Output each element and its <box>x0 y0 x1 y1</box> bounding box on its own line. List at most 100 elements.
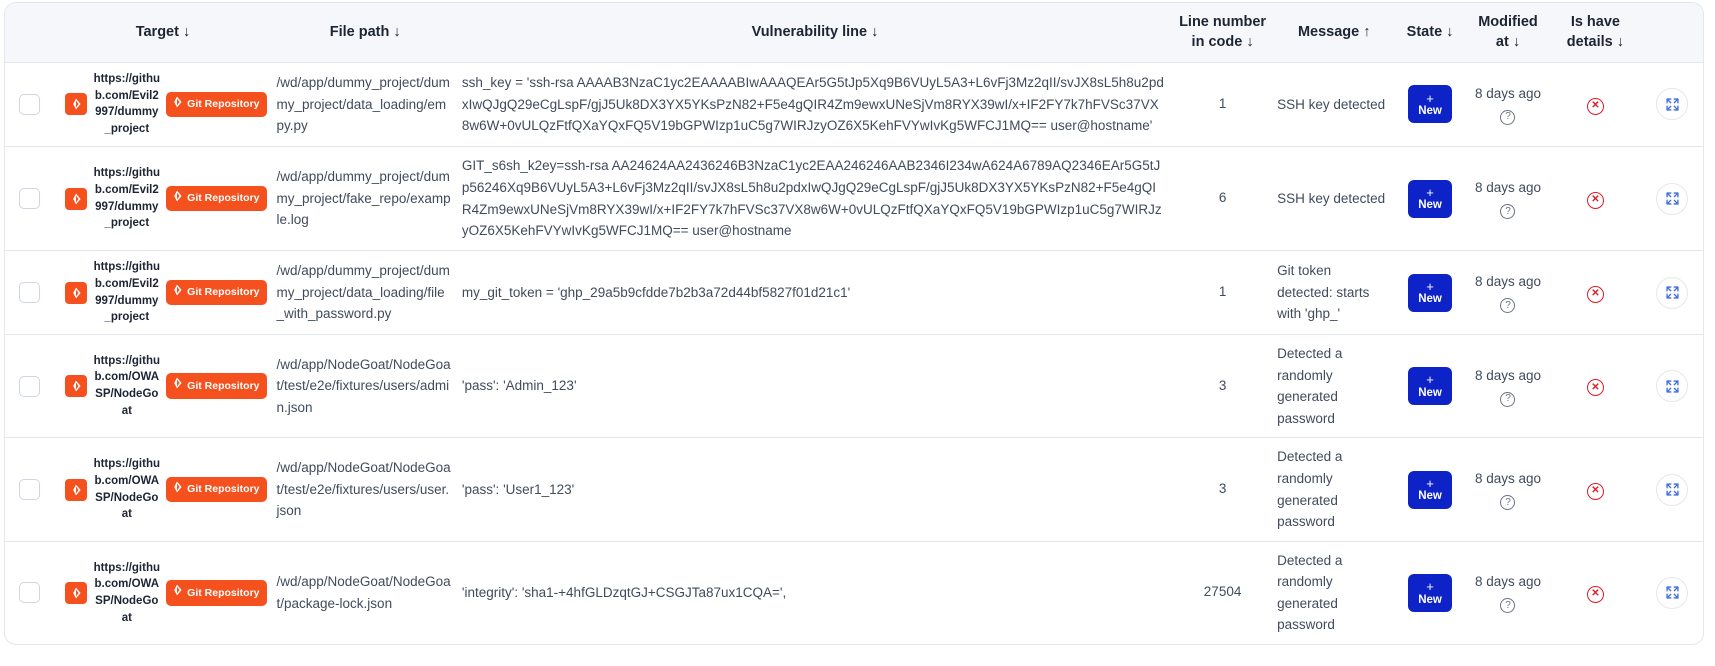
header-select-all[interactable] <box>5 3 54 64</box>
plus-icon: + <box>1426 278 1434 294</box>
line-number-cell: 27504 <box>1203 584 1242 600</box>
git-repository-badge[interactable]: Git Repository <box>166 91 267 118</box>
line-number-cell: 3 <box>1172 334 1274 439</box>
table-row[interactable]: https://github.com/OWASP/NodeGoat Git Rep… <box>5 334 1703 439</box>
sort-arrow-icon[interactable]: ↓ <box>183 24 190 40</box>
git-repository-badge[interactable]: Git Repository <box>166 279 267 306</box>
expand-icon[interactable] <box>1656 576 1689 609</box>
target-url[interactable]: https://github.com/Evil2997/dummy_projec… <box>93 259 160 326</box>
message-cell: SSH key detected <box>1273 146 1396 252</box>
row-checkbox[interactable] <box>18 582 40 604</box>
state-new-button[interactable]: + New <box>1408 470 1453 509</box>
git-badge-label: Git Repository <box>187 586 260 599</box>
help-icon[interactable]: ? <box>1500 204 1516 220</box>
expand-cell <box>1640 541 1703 644</box>
git-repository-badge[interactable]: Git Repository <box>166 185 267 212</box>
sort-arrow-icon[interactable]: ↓ <box>1617 34 1624 50</box>
table-row[interactable]: https://github.com/OWASP/NodeGoat Git Rep… <box>5 437 1703 542</box>
vulnerabilities-table-card: Target ↓ File path ↓ Vulnerability line … <box>4 2 1704 646</box>
state-label: New <box>1418 105 1442 118</box>
row-checkbox[interactable] <box>18 375 40 397</box>
file-path-cell: /wd/app/NodeGoat/NodeGoat/test/e2e/fixtu… <box>272 437 458 542</box>
header-target[interactable]: Target ↓ <box>53 3 273 64</box>
help-icon[interactable]: ? <box>1500 109 1516 125</box>
git-repository-badge[interactable]: Git Repository <box>166 373 267 399</box>
state-new-button[interactable]: + New <box>1408 179 1453 218</box>
header-message[interactable]: Message ↑ <box>1273 3 1396 64</box>
message-cell: Detected a randomly generated password <box>1273 437 1396 542</box>
state-cell: + New <box>1395 437 1465 542</box>
header-file-path[interactable]: File path ↓ <box>272 3 458 64</box>
plus-icon: + <box>1426 90 1434 106</box>
target-cell: https://github.com/OWASP/NodeGoat Git Rep… <box>53 541 272 644</box>
no-details-icon: ✕ <box>1586 585 1604 603</box>
repository-icon <box>65 478 88 501</box>
sort-arrow-icon[interactable]: ↑ <box>1363 24 1370 40</box>
header-modified-at-label: Modified at <box>1478 14 1538 50</box>
sort-arrow-icon[interactable]: ↓ <box>1446 24 1453 40</box>
message-cell: Git token detected: starts with 'ghp_' <box>1273 250 1396 335</box>
help-icon[interactable]: ? <box>1500 495 1516 510</box>
table-row[interactable]: https://github.com/OWASP/NodeGoat Git Rep… <box>5 541 1703 644</box>
expand-icon[interactable] <box>1656 370 1689 403</box>
sort-arrow-icon[interactable]: ↓ <box>1246 34 1253 50</box>
state-new-button[interactable]: + New <box>1408 367 1453 406</box>
header-vulnerability-line[interactable]: Vulnerability line ↓ <box>457 3 1173 64</box>
row-checkbox[interactable] <box>18 479 40 500</box>
help-icon[interactable]: ? <box>1500 298 1516 314</box>
is-have-details-cell: ✕ <box>1551 437 1640 542</box>
file-path-cell: /wd/app/NodeGoat/NodeGoat/package-lock.j… <box>276 574 451 611</box>
git-repository-badge[interactable]: Git Repository <box>166 580 267 606</box>
target-url[interactable]: https://github.com/Evil2997/dummy_projec… <box>93 71 160 138</box>
state-new-button[interactable]: + New <box>1408 273 1453 312</box>
sort-arrow-icon[interactable]: ↓ <box>1513 34 1520 50</box>
modified-at-cell: 8 days ago? <box>1465 541 1551 644</box>
row-select-cell <box>5 541 53 644</box>
header-target-label: Target <box>135 23 179 40</box>
header-state[interactable]: State ↓ <box>1395 3 1465 64</box>
row-checkbox[interactable] <box>18 188 40 210</box>
target-cell: https://github.com/OWASP/NodeGoat Git Rep… <box>53 437 273 542</box>
line-number-cell: 6 <box>1172 146 1274 252</box>
header-is-have-details[interactable]: Is have details ↓ <box>1551 3 1640 64</box>
expand-icon[interactable] <box>1656 182 1689 215</box>
expand-icon[interactable] <box>1656 276 1689 309</box>
no-details-icon: ✕ <box>1586 191 1604 209</box>
header-modified-at[interactable]: Modified at ↓ <box>1464 3 1552 64</box>
sort-arrow-icon[interactable]: ↓ <box>393 24 400 40</box>
table-row[interactable]: https://github.com/Evil2997/dummy_projec… <box>5 62 1703 147</box>
target-url[interactable]: https://github.com/OWASP/NodeGoat <box>93 353 160 420</box>
state-cell: + New <box>1395 250 1465 335</box>
row-checkbox[interactable] <box>18 93 40 115</box>
modified-at-cell: 8 days ago? <box>1464 334 1552 439</box>
target-url[interactable]: https://github.com/OWASP/NodeGoat <box>93 560 160 627</box>
vulnerability-line-cell: 'integrity': 'sha1-+4hfGLDzqtGJ+CSGJTa87… <box>461 584 787 600</box>
git-badge-label: Git Repository <box>187 286 260 299</box>
header-line-number[interactable]: Line number in code ↓ <box>1172 3 1274 64</box>
row-checkbox[interactable] <box>18 282 40 304</box>
git-repository-badge[interactable]: Git Repository <box>166 476 267 503</box>
state-new-button[interactable]: + New <box>1408 85 1453 124</box>
modified-at-cell: 8 days ago? <box>1464 437 1552 542</box>
is-have-details-cell: ✕ <box>1551 62 1640 147</box>
header-row: Target ↓ File path ↓ Vulnerability line … <box>5 3 1703 64</box>
is-have-details-cell: ✕ <box>1551 146 1640 252</box>
state-label: New <box>1418 386 1442 399</box>
no-details-icon: ✕ <box>1586 482 1604 500</box>
message-cell: Detected a randomly generated password <box>1273 334 1396 439</box>
line-number-cell: 3 <box>1172 437 1274 542</box>
vulnerability-line-cell: my_git_token = 'ghp_29a5b9cfdde7b2b3a72d… <box>457 250 1173 335</box>
expand-icon[interactable] <box>1656 473 1689 506</box>
state-new-button[interactable]: + New <box>1408 573 1453 612</box>
target-cell: https://github.com/Evil2997/dummy_projec… <box>53 146 273 252</box>
table-row[interactable]: https://github.com/Evil2997/dummy_projec… <box>5 250 1703 335</box>
target-url[interactable]: https://github.com/OWASP/NodeGoat <box>93 456 160 523</box>
git-badge-label: Git Repository <box>187 379 260 392</box>
expand-icon[interactable] <box>1656 88 1689 121</box>
target-url[interactable]: https://github.com/Evil2997/dummy_projec… <box>93 165 160 232</box>
help-icon[interactable]: ? <box>1500 598 1516 614</box>
sort-arrow-icon[interactable]: ↓ <box>871 24 878 40</box>
help-icon[interactable]: ? <box>1500 391 1516 407</box>
table-row[interactable]: https://github.com/Evil2997/dummy_projec… <box>5 146 1703 252</box>
plus-icon: + <box>1426 372 1434 388</box>
